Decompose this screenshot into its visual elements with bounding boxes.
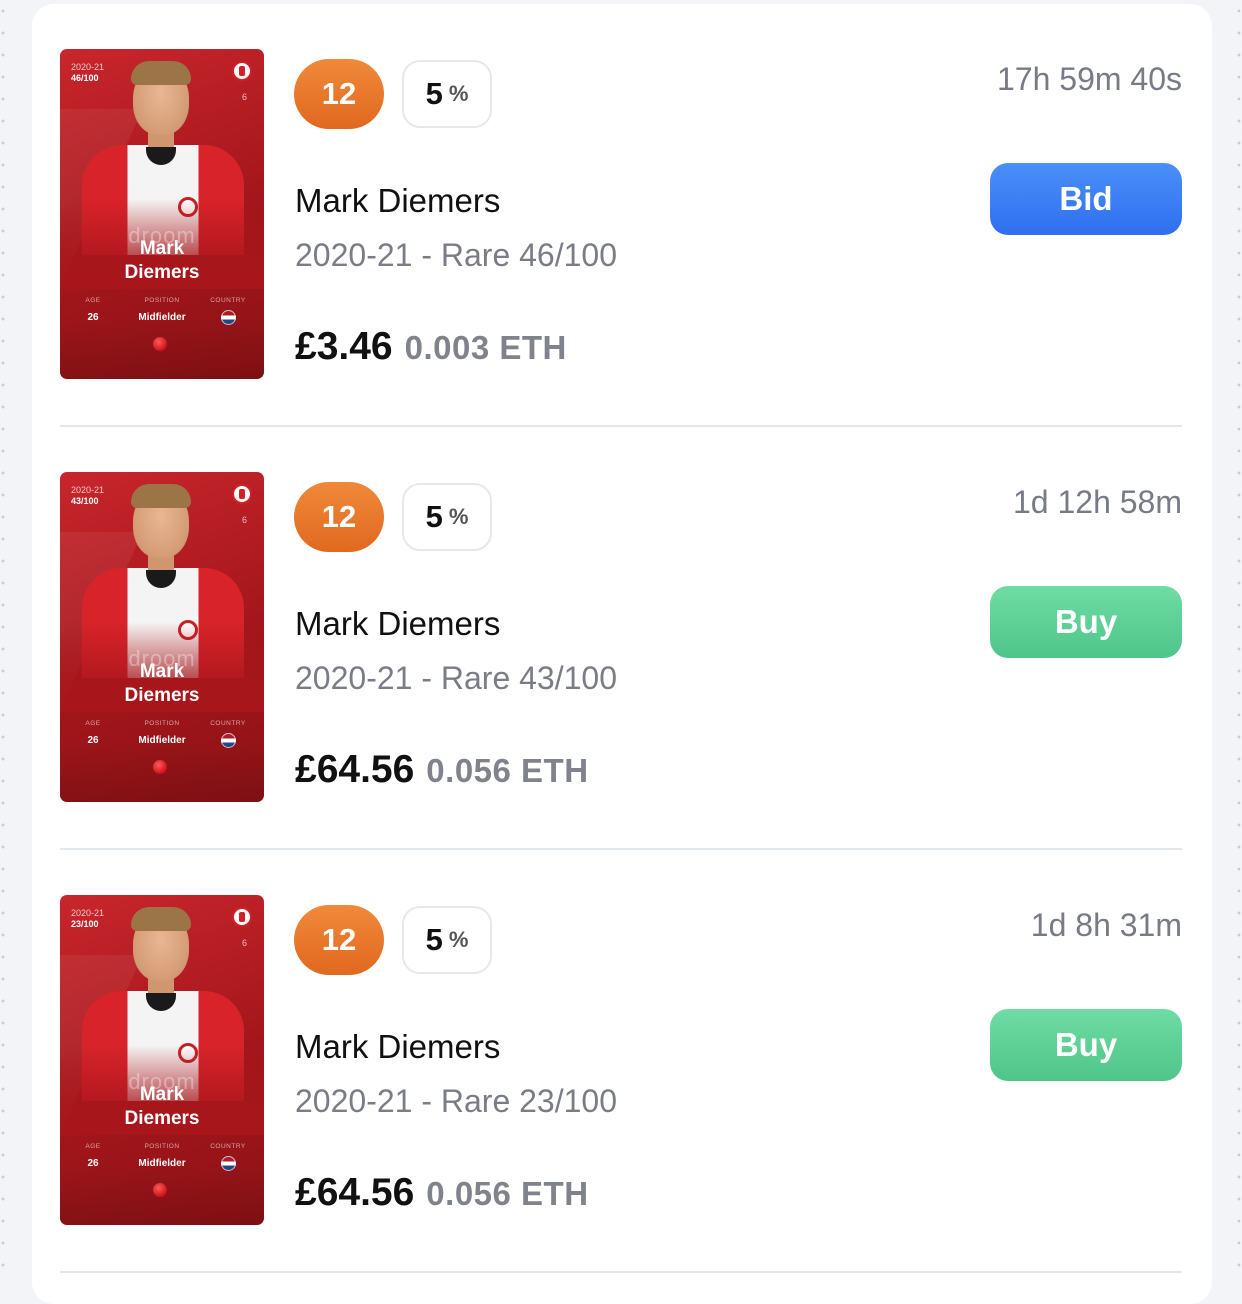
listing-row[interactable]: 2020-21 46/100 6 droom Mark Diemers AGE … [32,4,1212,427]
card-serial: 46/100 [71,73,104,84]
price-gbp: £64.56 [295,748,414,792]
divider [60,1271,1182,1273]
card-serial: 23/100 [71,919,104,930]
card-stat-label: POSITION [130,720,194,727]
card-stat-label: POSITION [130,297,194,304]
price-eth: 0.003 ETH [405,329,567,367]
price-gbp: £3.46 [295,325,393,369]
card-stat-label: AGE [78,297,108,304]
rarity-dot-icon [153,760,167,774]
auction-timer: 17h 59m 40s [997,61,1182,98]
bonus-percent-value: 5 [426,922,443,958]
card-jersey-number: 6 [242,92,247,102]
auction-timer: 1d 12h 58m [1013,484,1182,521]
percent-icon: % [449,504,469,530]
card-edition: 2020-21 - Rare 23/100 [295,1083,617,1120]
player-card[interactable]: 2020-21 23/100 6 droom Mark Diemers AGE … [60,895,264,1225]
score-badge: 12 [294,59,384,129]
background-dots-left [0,0,6,1280]
card-player-name: Mark Diemers [60,1083,264,1131]
card-stat-label: COUNTRY [208,1143,248,1150]
card-season: 2020-21 43/100 [71,485,104,507]
bid-button[interactable]: Bid [990,163,1182,235]
card-season-label: 2020-21 [71,62,104,72]
card-stat-label: COUNTRY [208,297,248,304]
card-stat-label: COUNTRY [208,720,248,727]
score-badge: 12 [294,482,384,552]
score-badge: 12 [294,905,384,975]
price-eth: 0.056 ETH [426,752,588,790]
rarity-dot-icon [153,1183,167,1197]
club-crest-icon [232,484,252,504]
card-serial: 43/100 [71,496,104,507]
listing-row[interactable]: 2020-21 43/100 6 droom Mark Diemers AGE … [32,427,1212,850]
player-hair [131,61,191,85]
card-stat-label: POSITION [130,1143,194,1150]
listings-panel: 2020-21 46/100 6 droom Mark Diemers AGE … [32,4,1212,1304]
card-jersey-number: 6 [242,515,247,525]
bonus-percent-badge: 5 % [402,483,492,551]
player-name[interactable]: Mark Diemers [295,605,500,643]
bonus-percent-badge: 5 % [402,906,492,974]
card-season-label: 2020-21 [71,908,104,918]
buy-button[interactable]: Buy [990,586,1182,658]
price-gbp: £64.56 [295,1171,414,1215]
card-edition: 2020-21 - Rare 43/100 [295,660,617,697]
card-stat-label: AGE [78,1143,108,1150]
percent-icon: % [449,81,469,107]
price-eth: 0.056 ETH [426,1175,588,1213]
player-card[interactable]: 2020-21 46/100 6 droom Mark Diemers AGE … [60,49,264,379]
bonus-percent-value: 5 [426,76,443,112]
player-name[interactable]: Mark Diemers [295,1028,500,1066]
buy-button[interactable]: Buy [990,1009,1182,1081]
percent-icon: % [449,927,469,953]
background-dots-right [1236,0,1242,1280]
card-player-name: Mark Diemers [60,237,264,285]
price-row: £3.46 0.003 ETH [295,325,567,369]
player-hair [131,907,191,931]
bonus-percent-badge: 5 % [402,60,492,128]
bonus-percent-value: 5 [426,499,443,535]
card-season: 2020-21 23/100 [71,908,104,930]
price-row: £64.56 0.056 ETH [295,1171,589,1215]
club-crest-icon [232,907,252,927]
card-edition: 2020-21 - Rare 46/100 [295,237,617,274]
rarity-dot-icon [153,337,167,351]
card-jersey-number: 6 [242,938,247,948]
club-crest-icon [232,61,252,81]
card-season-label: 2020-21 [71,485,104,495]
player-hair [131,484,191,508]
auction-timer: 1d 8h 31m [1031,907,1182,944]
listing-row[interactable]: 2020-21 23/100 6 droom Mark Diemers AGE … [32,850,1212,1273]
player-name[interactable]: Mark Diemers [295,182,500,220]
player-card[interactable]: 2020-21 43/100 6 droom Mark Diemers AGE … [60,472,264,802]
card-stat-label: AGE [78,720,108,727]
price-row: £64.56 0.056 ETH [295,748,589,792]
card-season: 2020-21 46/100 [71,62,104,84]
card-player-name: Mark Diemers [60,660,264,708]
